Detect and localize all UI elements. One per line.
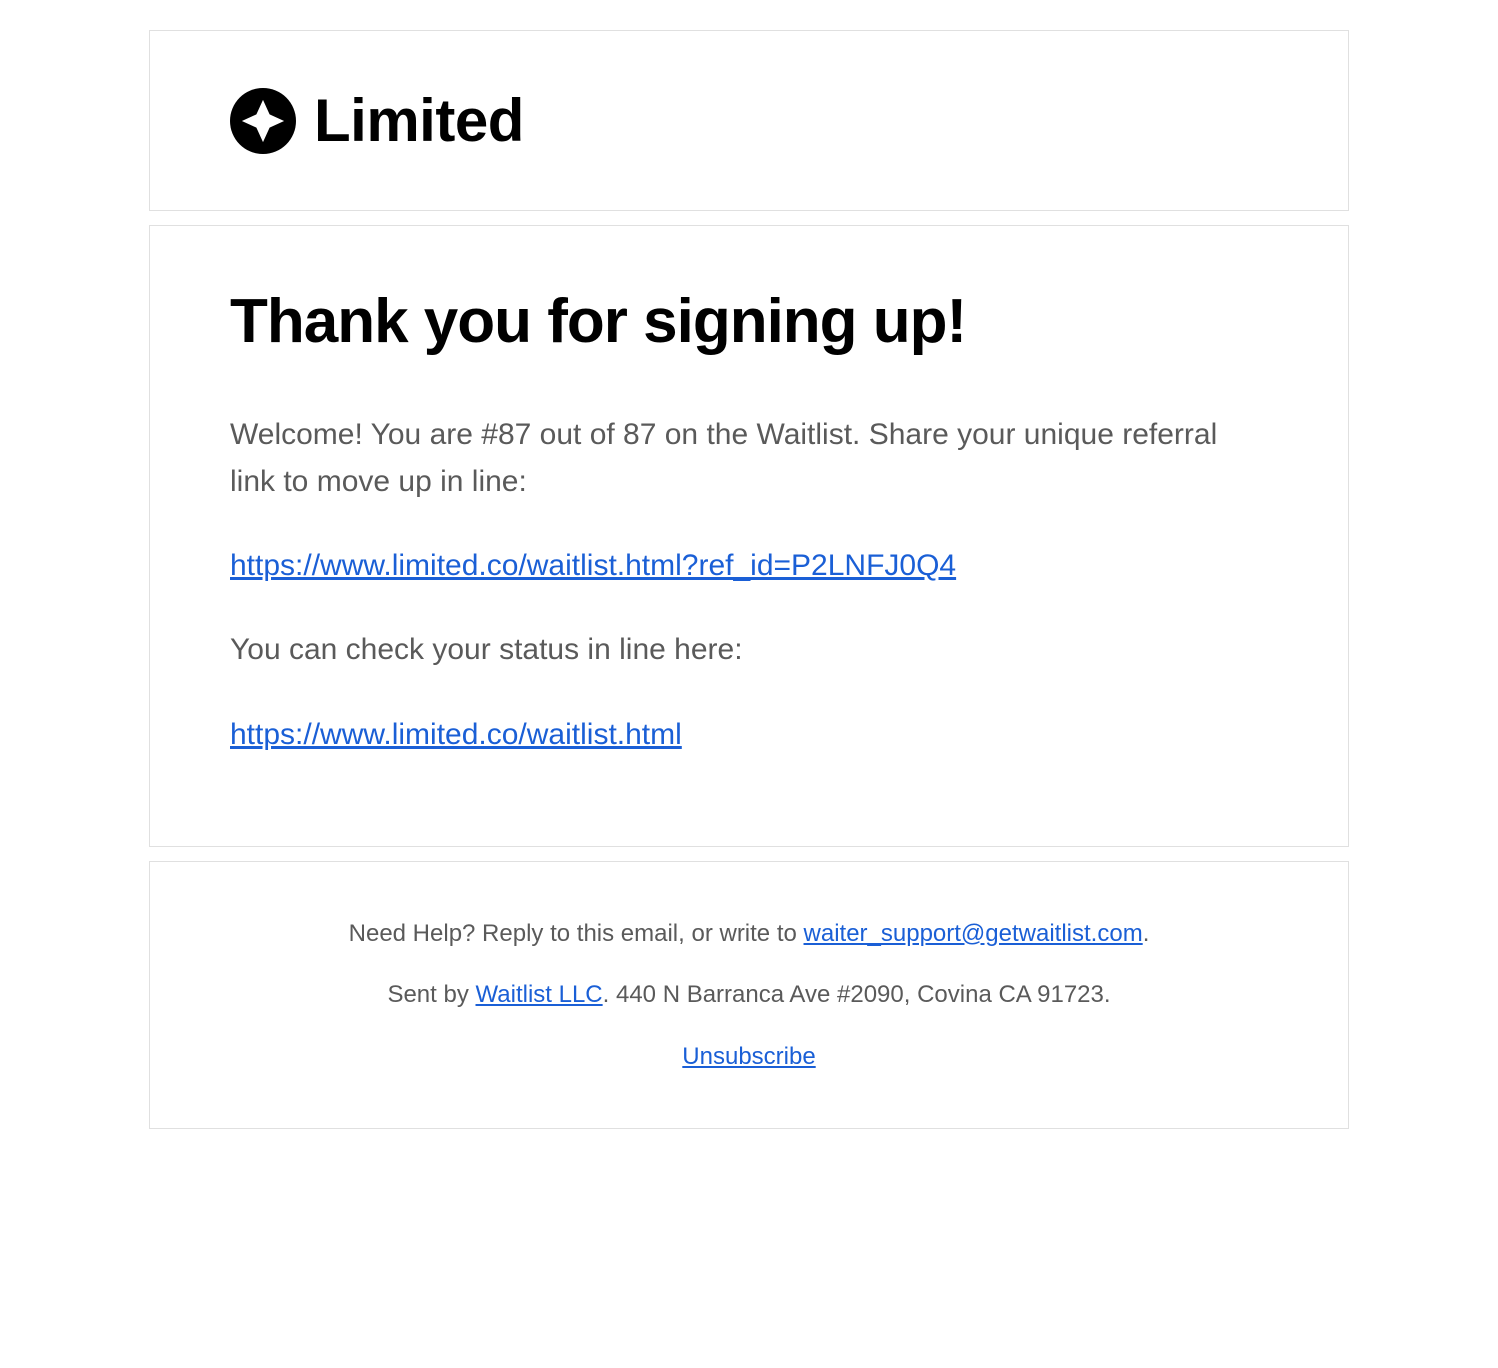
- welcome-text: Welcome! You are #87 out of 87 on the Wa…: [230, 412, 1268, 505]
- footer-sent-link[interactable]: Waitlist LLC: [476, 981, 603, 1008]
- header-card: Limited: [149, 30, 1349, 211]
- footer-sent-suffix: . 440 N Barranca Ave #2090, Covina CA 91…: [603, 981, 1111, 1008]
- footer-help-prefix: Need Help? Reply to this email, or write…: [349, 920, 804, 947]
- brand: Limited: [230, 86, 1268, 155]
- status-link[interactable]: https://www.limited.co/waitlist.html: [230, 714, 682, 756]
- sparkle-icon: [230, 88, 296, 154]
- unsubscribe-link[interactable]: Unsubscribe: [682, 1043, 815, 1070]
- footer-sent-line: Sent by Waitlist LLC. 440 N Barranca Ave…: [230, 978, 1268, 1012]
- footer-help-line: Need Help? Reply to this email, or write…: [230, 917, 1268, 951]
- footer-sent-prefix: Sent by: [387, 981, 475, 1008]
- footer-unsubscribe-line: Unsubscribe: [230, 1040, 1268, 1074]
- footer-help-suffix: .: [1143, 920, 1150, 947]
- body-card: Thank you for signing up! Welcome! You a…: [149, 225, 1349, 847]
- footer-help-email[interactable]: waiter_support@getwaitlist.com: [804, 920, 1143, 947]
- referral-link[interactable]: https://www.limited.co/waitlist.html?ref…: [230, 545, 956, 587]
- status-text: You can check your status in line here:: [230, 627, 1268, 674]
- page-title: Thank you for signing up!: [230, 286, 1268, 357]
- brand-name: Limited: [314, 86, 524, 155]
- footer-card: Need Help? Reply to this email, or write…: [149, 861, 1349, 1130]
